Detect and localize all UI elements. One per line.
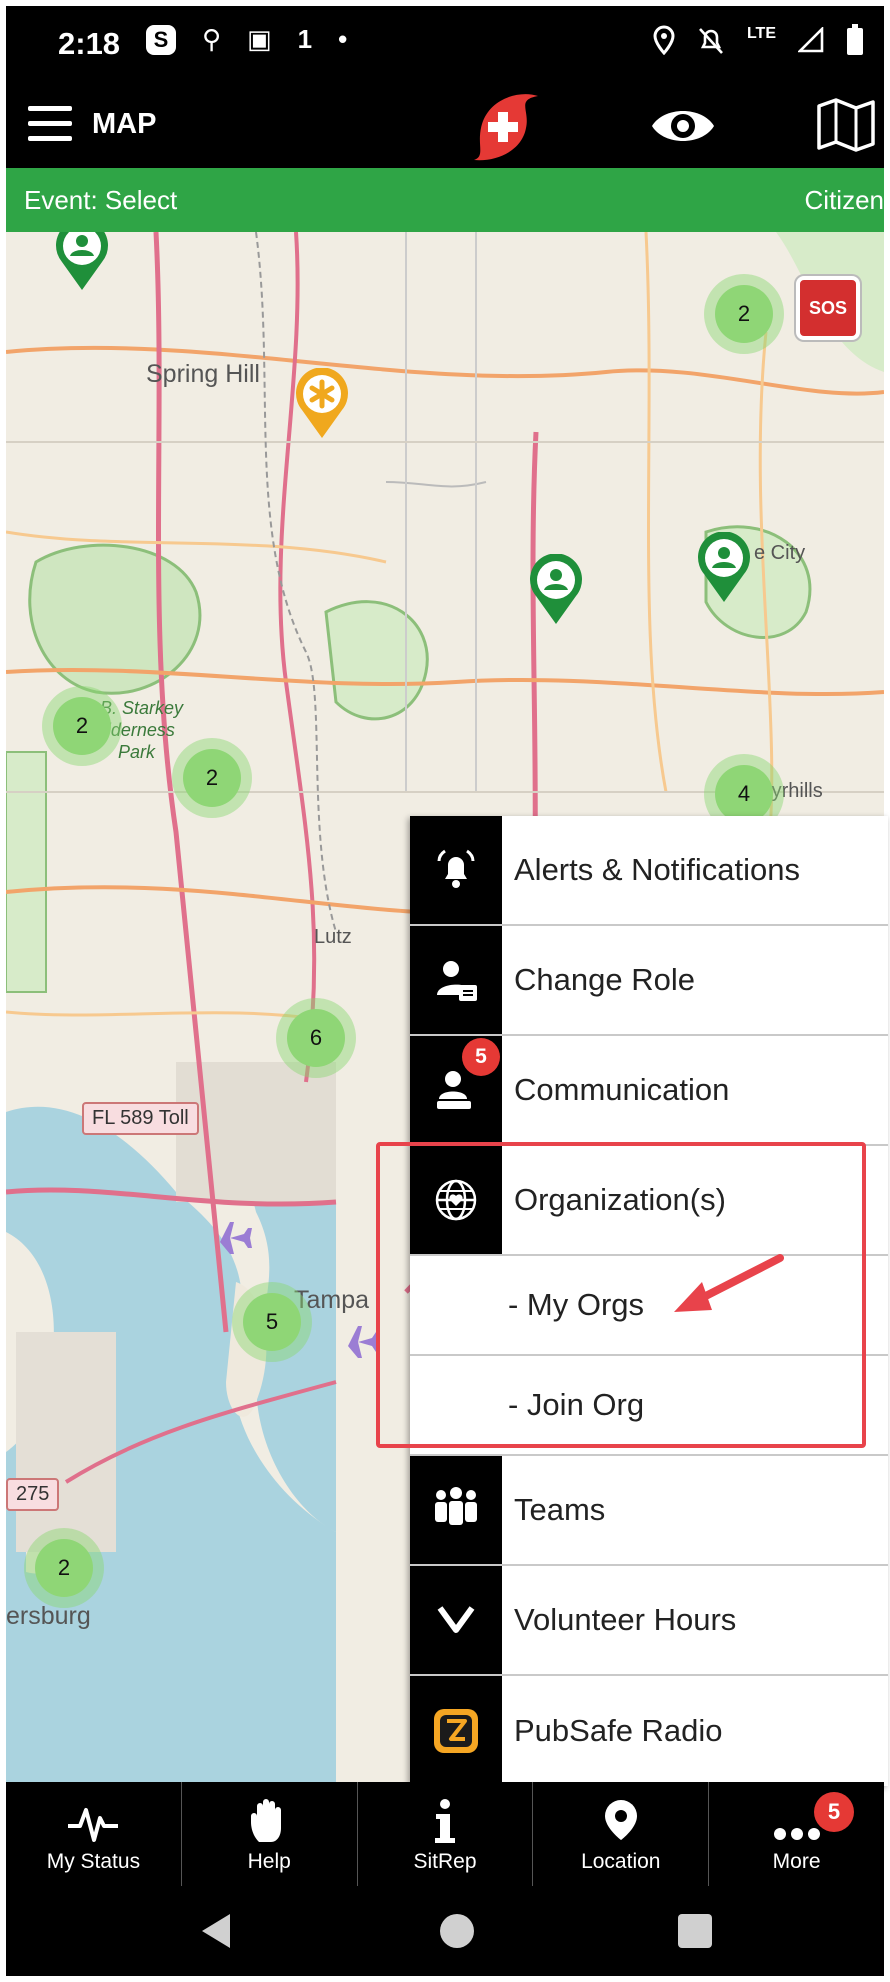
recent-apps-icon[interactable] [678,1914,712,1948]
menu-item-label: Organization(s) [514,1182,726,1217]
page-title: MAP [92,108,157,140]
person-pin-icon[interactable] [54,232,110,292]
menu-item-my-orgs[interactable]: - My Orgs [410,1256,888,1356]
signal-icon [798,27,824,53]
menu-item-label: - Join Org [508,1387,645,1422]
teams-icon [435,1487,477,1525]
place-spring-hill: Spring Hill [146,360,260,388]
nav-label: My Status [46,1850,141,1873]
menu-item-communication[interactable]: 5 Communication [410,1036,888,1146]
menu-icon[interactable] [28,106,72,144]
nav-sitrep[interactable]: SitRep [358,1782,534,1886]
menu-item-label: Alerts & Notifications [514,852,800,887]
map-cluster[interactable]: 2 [704,274,784,354]
communication-badge: 5 [462,1038,500,1076]
event-selector[interactable]: Event: Select [24,185,177,216]
menu-item-label: Volunteer Hours [514,1602,737,1637]
menu-item-label: PubSafe Radio [514,1713,723,1748]
battery-icon [847,24,863,55]
road-shield-i275: 275 [6,1478,60,1511]
location-status-icon [653,25,675,55]
lte-label: LTE [746,24,776,42]
event-bar: Event: Select Citizen [6,168,884,232]
nav-label: SitRep [413,1850,477,1873]
hand-icon [251,1799,282,1842]
menu-item-change-role[interactable]: Change Role [410,926,888,1036]
more-badge: 5 [813,1792,854,1832]
nav-my-status[interactable]: My Status [6,1782,182,1886]
menu-item-label: Change Role [514,962,695,997]
status-right-icons: LTE [653,24,864,56]
chevron-down-icon [437,1606,475,1633]
place-lutz: Lutz [314,926,352,948]
globe-heart-icon [435,1179,477,1221]
bell-icon [437,849,475,888]
map-cluster[interactable]: 6 [276,998,356,1078]
nav-location[interactable]: Location [533,1782,710,1886]
system-nav-bar [6,1886,884,1976]
menu-item-join-org[interactable]: - Join Org [410,1356,888,1456]
menu-item-teams[interactable]: Teams [410,1456,888,1566]
info-icon [434,1799,455,1843]
map-cluster[interactable]: 2 [172,738,252,818]
screenshot-icon: ▣ [247,24,272,54]
status-bar: 2:18 S ⚲ ▣ 1 • LTE [6,6,884,84]
more-notifications-dot-icon: • [338,24,348,54]
menu-item-label: Teams [514,1492,606,1527]
mute-bell-icon [699,28,723,54]
more-menu: Alerts & Notifications Change Role 5 Com… [410,816,888,1786]
menu-item-alerts[interactable]: Alerts & Notifications [410,816,888,926]
menu-item-organizations[interactable]: Organization(s) [410,1146,888,1256]
place-starkey-park-3: Park [118,742,156,762]
place-st-petersburg: ersburg [6,1602,91,1630]
notification-count-icon: 1 [297,24,313,54]
status-icons: S ⚲ ▣ 1 • [146,24,347,55]
map-icon[interactable] [816,98,876,152]
incident-pin-icon[interactable] [294,368,350,440]
back-icon[interactable] [202,1914,230,1948]
change-role-icon [437,961,477,1001]
map-cluster[interactable]: 2 [24,1528,104,1608]
nav-help[interactable]: Help [182,1782,358,1886]
nav-label: Help [247,1850,291,1873]
role-label[interactable]: Citizen [805,185,884,216]
place-dade-city: e City [754,542,806,564]
nav-label: More [772,1850,821,1873]
missed-call-icon: ⚲ [202,24,222,54]
person-pin-icon[interactable] [696,532,752,604]
zello-radio-icon [434,1709,478,1753]
arrow-annotation-icon [674,1254,784,1312]
menu-item-volunteer-hours[interactable]: Volunteer Hours [410,1566,888,1676]
bottom-nav: My Status Help SitRep Location More 5 [6,1782,884,1886]
menu-item-label: - My Orgs [508,1287,645,1322]
status-time: 2:18 [58,26,121,61]
more-dots-icon [773,1828,820,1840]
nav-more[interactable]: More 5 [709,1782,884,1886]
sos-button[interactable]: SOS [796,276,860,340]
logo-icon[interactable] [468,90,548,162]
map-cluster[interactable]: 5 [232,1282,312,1362]
nav-label: Location [581,1850,661,1873]
eye-icon[interactable] [650,102,716,150]
person-pin-icon[interactable] [528,554,584,626]
skype-icon: S [146,24,176,55]
menu-item-label: Communication [514,1072,730,1107]
location-pin-icon [604,1800,637,1840]
menu-item-pubsafe-radio[interactable]: PubSafe Radio [410,1676,888,1786]
map-cluster[interactable]: 2 [42,686,122,766]
app-bar: MAP [6,84,884,168]
pulse-icon [68,1808,119,1842]
road-shield-toll: FL 589 Toll [82,1102,199,1135]
home-icon[interactable] [440,1914,474,1948]
